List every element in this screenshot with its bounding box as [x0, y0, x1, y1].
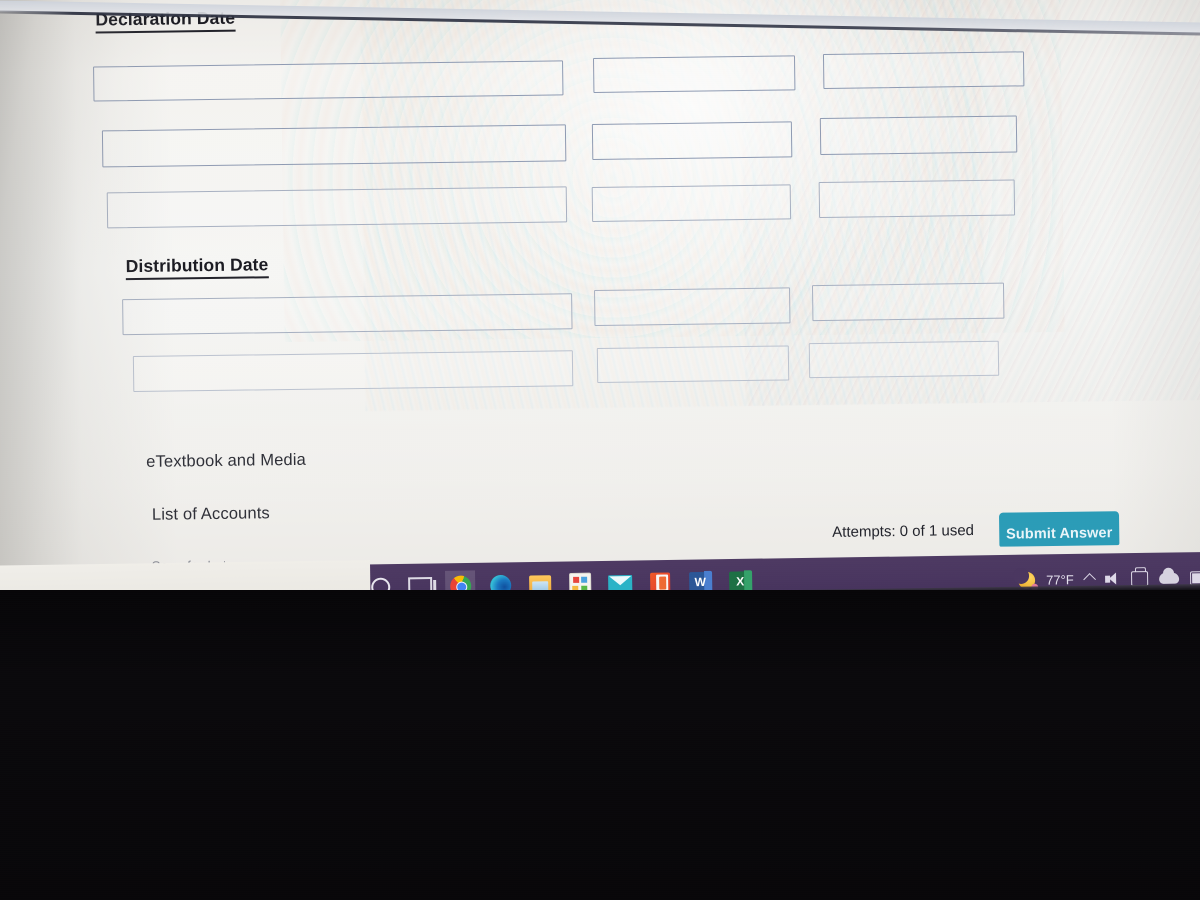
declaration-input-r2c1[interactable] [101, 124, 567, 168]
distribution-input-r1c3[interactable] [811, 282, 1005, 322]
cloud-icon[interactable] [1158, 572, 1179, 584]
distribution-input-r2c1[interactable] [132, 350, 574, 393]
photo-of-laptop-screen: Declaration Date Distribution Date eText… [0, 0, 1200, 900]
distribution-input-r1c1[interactable] [122, 293, 573, 336]
laptop-screen: Declaration Date Distribution Date eText… [0, 0, 1200, 626]
dark-keyboard-area: F9 F10 F11 F12 insrt prt sc del bksp [0, 590, 1200, 900]
distribution-input-r1c2[interactable] [594, 287, 791, 326]
distribution-date-heading: Distribution Date [125, 254, 269, 281]
etextbook-and-media-link[interactable]: eTextbook and Media [146, 451, 306, 472]
declaration-input-r1c1[interactable] [93, 60, 564, 102]
assignment-content: Declaration Date Distribution Date eText… [0, 0, 1200, 626]
speaker-icon[interactable] [1105, 572, 1120, 585]
attempts-counter: Attempts: 0 of 1 used [832, 522, 975, 541]
declaration-input-r1c2[interactable] [592, 55, 796, 93]
declaration-input-r3c3[interactable] [818, 179, 1016, 219]
list-of-accounts-link[interactable]: List of Accounts [152, 504, 270, 525]
declaration-input-r3c2[interactable] [591, 184, 792, 223]
distribution-input-r2c3[interactable] [808, 340, 1000, 379]
declaration-input-r3c1[interactable] [106, 186, 568, 229]
word-icon-letter: W [694, 574, 706, 590]
declaration-input-r2c3[interactable] [819, 115, 1018, 156]
declaration-input-r2c2[interactable] [591, 121, 793, 160]
battery-icon[interactable] [1189, 570, 1200, 585]
submit-answer-button[interactable]: Submit Answer [998, 511, 1120, 547]
excel-icon-letter: X [736, 574, 745, 589]
declaration-input-r1c3[interactable] [822, 51, 1025, 89]
chevron-up-icon[interactable] [1082, 573, 1096, 586]
distribution-input-r2c2[interactable] [596, 345, 790, 383]
